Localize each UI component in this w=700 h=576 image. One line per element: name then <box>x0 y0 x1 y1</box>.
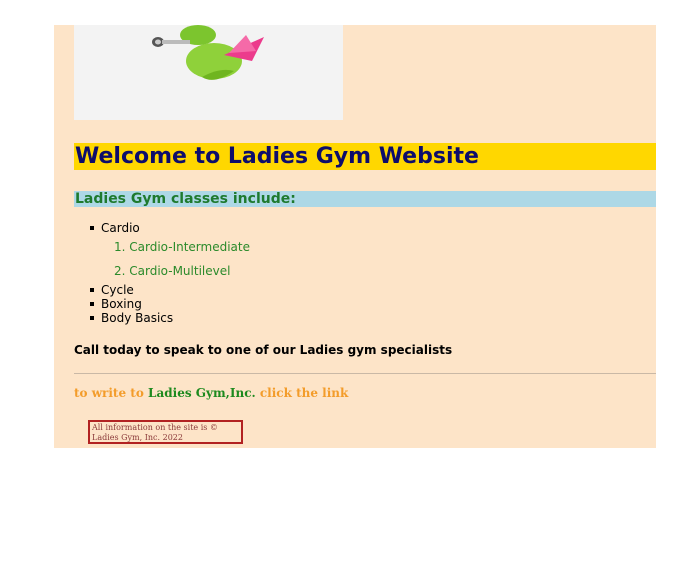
bullet-icon <box>90 288 94 292</box>
page-content: Welcome to Ladies Gym Website Ladies Gym… <box>54 25 656 448</box>
copyright-notice: All information on the site is © Ladies … <box>88 420 243 444</box>
class-list: Cardio 1. Cardio-Intermediate 2. Cardio-… <box>80 221 250 325</box>
list-item-boxing: Boxing <box>80 297 250 311</box>
horizontal-divider <box>74 373 656 374</box>
bullet-icon <box>90 226 94 230</box>
list-item-cardio-multilevel: 2. Cardio-Multilevel <box>114 264 231 278</box>
write-prefix: to write to <box>74 386 144 400</box>
contact-link[interactable]: click the link <box>260 386 348 400</box>
list-item-label: Cardio <box>101 221 140 235</box>
bullet-icon <box>90 316 94 320</box>
list-item-cardio-intermediate: 1. Cardio-Intermediate <box>114 240 250 254</box>
bullet-icon <box>90 302 94 306</box>
list-item-cycle: Cycle <box>80 283 250 297</box>
write-to-line: to write to Ladies Gym,Inc. click the li… <box>74 385 348 401</box>
brand-name: Ladies Gym,Inc. <box>148 386 256 400</box>
list-item-label: Cycle <box>101 283 134 297</box>
hero-image <box>74 25 343 120</box>
classes-heading: Ladies Gym classes include: <box>74 191 656 207</box>
list-item-cardio: Cardio <box>80 221 250 235</box>
gym-logo-illustration <box>152 25 264 80</box>
list-item-label: Body Basics <box>101 311 174 325</box>
list-item-body-basics: Body Basics <box>80 311 250 325</box>
list-item-label: Boxing <box>101 297 142 311</box>
welcome-heading: Welcome to Ladies Gym Website <box>74 143 656 170</box>
call-to-action-text: Call today to speak to one of our Ladies… <box>74 343 453 357</box>
